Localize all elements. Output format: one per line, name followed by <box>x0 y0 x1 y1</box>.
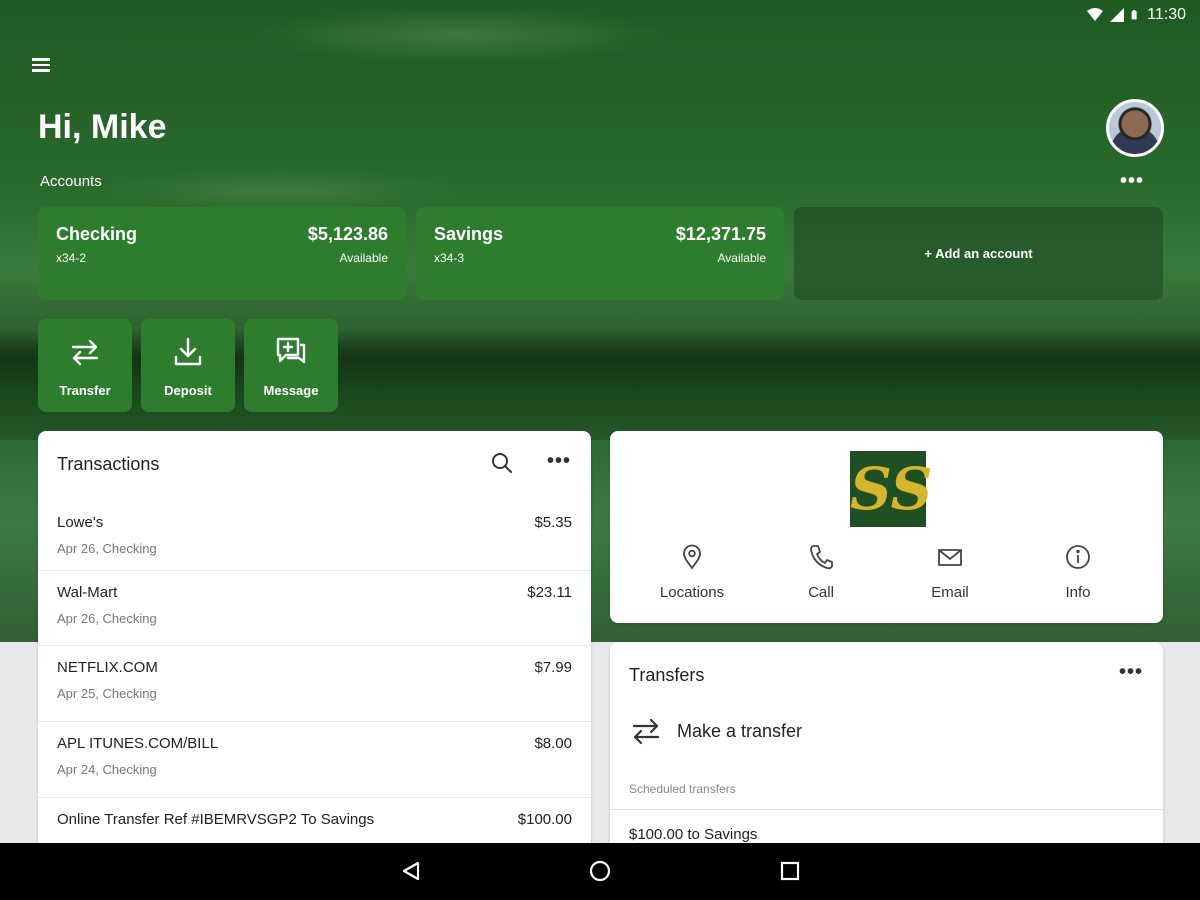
transactions-title: Transactions <box>57 454 160 474</box>
phone-icon <box>810 545 833 570</box>
accounts-more-icon[interactable]: ••• <box>1120 170 1144 193</box>
transaction-name: Lowe's <box>57 514 104 531</box>
message-icon <box>276 337 306 364</box>
account-name: Savings <box>434 224 504 244</box>
account-balance: $12,371.75 <box>675 224 766 244</box>
email-button[interactable]: Email <box>890 544 1010 601</box>
status-time: 11:30 <box>1147 6 1186 23</box>
transaction-row[interactable]: Lowe's Apr 26, Checking $5.35 <box>38 501 591 576</box>
transfer-icon <box>71 339 99 366</box>
transaction-row[interactable]: Wal-Mart Apr 26, Checking $23.11 <box>38 570 591 645</box>
transfers-card: Transfers ••• Make a transfer Scheduled … <box>610 642 1163 862</box>
scheduled-transfers-label: Scheduled transfers <box>629 782 736 796</box>
bank-logo-text: SS <box>850 455 933 523</box>
message-button[interactable]: Message <box>244 319 338 412</box>
transaction-amount: $23.11 <box>527 584 572 601</box>
transaction-amount: $100.00 <box>517 811 572 828</box>
info-icon <box>1066 545 1090 569</box>
accounts-label: Accounts <box>40 173 102 190</box>
transaction-detail: Apr 26, Checking <box>57 541 157 556</box>
transfer-label: Transfer <box>59 383 111 398</box>
call-label: Call <box>808 584 834 601</box>
add-account-label: + Add an account <box>924 246 1033 261</box>
transfer-icon <box>632 718 660 745</box>
transaction-name: Online Transfer Ref #IBEMRVSGP2 To Savin… <box>57 811 375 828</box>
transactions-card: Transactions ••• Lowe's Apr 26, Checking… <box>38 431 591 861</box>
menu-icon[interactable] <box>30 55 56 77</box>
account-number: x34-2 <box>56 251 87 265</box>
deposit-label: Deposit <box>164 383 212 398</box>
transaction-row[interactable]: NETFLIX.COM Apr 25, Checking $7.99 <box>38 645 591 720</box>
transaction-amount: $7.99 <box>534 659 572 676</box>
make-transfer-label: Make a transfer <box>677 720 803 741</box>
signal-icon <box>1110 8 1125 22</box>
call-button[interactable]: Call <box>761 544 881 601</box>
transaction-detail: Apr 24, Checking <box>57 762 157 777</box>
transfers-more-icon[interactable]: ••• <box>1119 661 1143 684</box>
info-button[interactable]: Info <box>1018 544 1138 601</box>
transaction-name: APL ITUNES.COM/BILL <box>57 735 219 752</box>
transaction-row[interactable]: APL ITUNES.COM/BILL Apr 24, Checking $8.… <box>38 721 591 796</box>
info-label: Info <box>1065 584 1091 601</box>
transactions-more-icon[interactable]: ••• <box>547 450 571 473</box>
avatar[interactable] <box>1106 99 1164 157</box>
back-icon[interactable] <box>400 860 422 882</box>
email-icon <box>938 549 962 566</box>
transaction-amount: $5.35 <box>534 514 572 531</box>
bank-logo: SS <box>850 451 933 527</box>
transaction-amount: $8.00 <box>534 735 572 752</box>
system-nav-bar <box>0 843 1200 900</box>
home-icon[interactable] <box>589 860 611 882</box>
locations-button[interactable]: Locations <box>632 544 752 601</box>
transfers-title: Transfers <box>629 665 705 685</box>
make-transfer-button[interactable]: Make a transfer <box>629 714 802 748</box>
email-label: Email <box>931 584 969 601</box>
status-bar: 11:30 <box>0 0 1200 32</box>
recents-icon[interactable] <box>779 860 801 882</box>
location-pin-icon <box>683 544 701 570</box>
account-balance: $5,123.86 <box>307 224 388 244</box>
transfer-button[interactable]: Transfer <box>38 319 132 412</box>
account-card-checking[interactable]: Checking x34-2 $5,123.86 Available <box>38 207 406 300</box>
transaction-name: Wal-Mart <box>57 584 118 601</box>
battery-icon <box>1131 10 1137 20</box>
account-name: Checking <box>56 224 138 244</box>
message-label: Message <box>263 383 319 398</box>
greeting: Hi, Mike <box>38 108 167 146</box>
transaction-detail: Apr 25, Checking <box>57 686 157 701</box>
account-balance-label: Available <box>717 251 766 265</box>
branch-card: SS Locations Call Email Info <box>610 431 1163 623</box>
add-account-button[interactable]: + Add an account <box>794 207 1163 300</box>
account-balance-label: Available <box>339 251 388 265</box>
deposit-button[interactable]: Deposit <box>141 319 235 412</box>
transaction-name: NETFLIX.COM <box>57 659 158 676</box>
wifi-icon <box>1087 8 1104 21</box>
transaction-detail: Apr 26, Checking <box>57 611 157 626</box>
deposit-icon <box>174 337 202 366</box>
search-icon[interactable] <box>490 451 514 475</box>
account-card-savings[interactable]: Savings x34-3 $12,371.75 Available <box>416 207 784 300</box>
account-number: x34-3 <box>434 251 465 265</box>
locations-label: Locations <box>659 584 725 601</box>
